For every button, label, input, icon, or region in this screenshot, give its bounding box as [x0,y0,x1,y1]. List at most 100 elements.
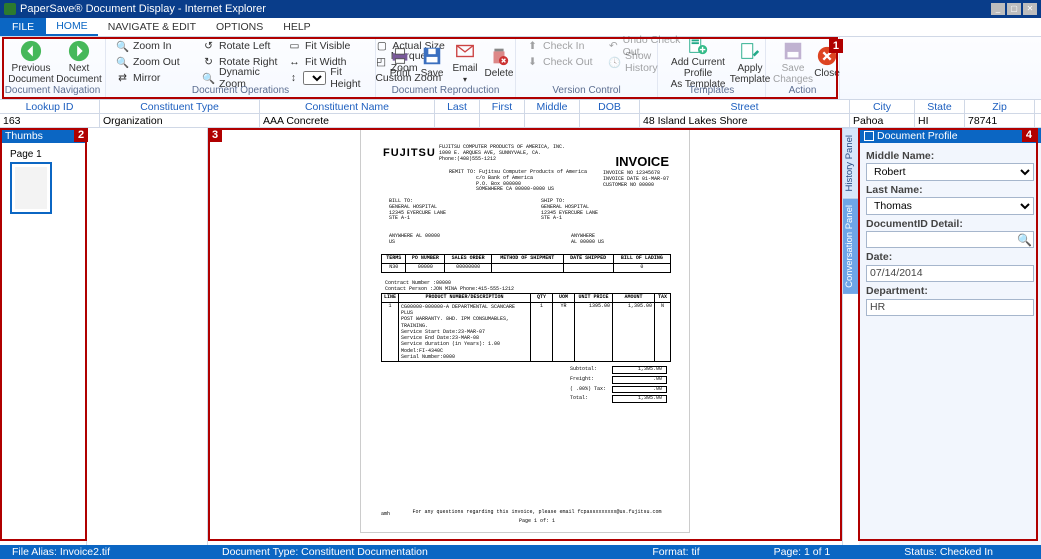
blank-column [87,128,208,547]
prev-document-button[interactable]: Previous Document [8,39,54,85]
callout-1: 1 [829,39,843,53]
hdr-last: Last [435,100,480,113]
rotate-left-button[interactable]: ↺Rotate Left [200,39,280,53]
delete-button[interactable]: Delete [482,39,516,85]
middle-name-select[interactable]: Robert [866,163,1034,181]
doc-sign: amh [381,512,390,518]
fit-height-select[interactable] [303,71,326,85]
docid-detail-label: DocumentID Detail: [866,218,1034,230]
callout-3: 3 [208,128,222,142]
doc-footer: For any questions regarding this invoice… [373,510,701,516]
department-value: HR [866,299,1034,316]
hdr-street: Street [640,100,850,113]
profile-header: Document Profile [859,128,1041,143]
hdr-lookup: Lookup ID [0,100,100,113]
thumbs-pane: Thumbs ▪ Page 1 [0,128,87,547]
email-icon [454,40,476,62]
zoom-in-icon: 🔍 [116,40,129,53]
maximize-button[interactable]: ▢ [1007,3,1021,15]
fit-width-icon: ↔ [288,56,301,69]
tab-options[interactable]: OPTIONS [206,18,273,36]
mirror-icon: ⇄ [116,72,129,85]
add-current-profile-button[interactable]: Add Current Profile As Template [666,39,730,85]
callout-4: 4 [1022,128,1036,142]
save-button[interactable]: Save [416,39,448,85]
delete-icon [488,45,510,67]
docid-detail-input[interactable] [866,231,1034,248]
tab-conversation-panel[interactable]: Conversation Panel [843,198,859,294]
date-value: 07/14/2014 [866,265,1034,282]
fit-visible-button[interactable]: ▭Fit Visible [286,39,367,53]
fit-height-button[interactable]: ↕Fit Height [286,71,367,85]
thumbs-title: Thumbs [5,130,43,142]
history-icon: 🕓 [608,56,621,69]
department-label: Department: [866,285,1034,297]
doc-shipto: SHIP TO: GENERAL HOSPITAL 12345 EYERCURE… [541,199,598,222]
next-document-button[interactable]: Next Document [56,39,102,85]
val-street: 48 Island Lakes Shore [640,114,850,127]
document-viewer[interactable]: 3 FUJITSU FUJITSU COMPUTER PRODUCTS OF A… [208,128,843,547]
group-action-label: Action [766,85,839,98]
status-doc-type: Document Type: Constituent Documentation [210,546,610,558]
profile-pin-icon[interactable] [864,131,874,141]
group-operations-label: Document Operations [106,85,375,98]
hdr-first: First [480,100,525,113]
print-button[interactable]: Print [384,39,416,85]
val-zip: 78741 [965,114,1035,127]
tab-home[interactable]: HOME [46,18,98,36]
titlebar: PaperSave® Document Display - Internet E… [0,0,1041,18]
val-lookup: 163 [0,114,100,127]
group-navigation-label: Document Navigation [0,85,105,98]
doc-logo: FUJITSU [383,147,436,160]
val-state: HI [915,114,965,127]
search-icon[interactable]: 🔍 [1017,233,1031,247]
hdr-city: City [850,100,915,113]
check-in-button: ⬆Check In [524,39,604,53]
tab-file[interactable]: FILE [0,18,46,36]
fit-visible-icon: ▭ [288,40,301,53]
arrow-right-icon [68,40,90,62]
rotate-right-icon: ↻ [202,56,215,69]
status-bar: File Alias: Invoice2.tif Document Type: … [0,545,1041,559]
tab-history-panel[interactable]: History Panel [843,128,859,198]
zoom-out-button[interactable]: 🔍Zoom Out [114,55,194,69]
doc-table2: LINE PRODUCT NUMBER/DESCRIPTION QTY UOM … [381,293,671,362]
group-reproduction-label: Document Reproduction [376,85,515,98]
doc-billto: BILL TO: GENERAL HOSPITAL 12345 EYERCURE… [389,199,446,222]
dynamic-zoom-button[interactable]: 🔍Dynamic Zoom [200,71,280,85]
last-name-select[interactable]: Thomas [866,197,1034,215]
prev-document-label: Previous Document [8,63,54,85]
callout-2: 2 [74,128,88,142]
mirror-button[interactable]: ⇄Mirror [114,71,194,85]
email-button[interactable]: Email▾ [448,39,482,85]
zoom-in-button[interactable]: 🔍Zoom In [114,39,194,53]
status-format: Format: tif [640,546,711,558]
status-status: Status: Checked In [892,546,1005,558]
fit-height-icon: ↕ [288,72,299,85]
tab-help[interactable]: HELP [273,18,320,36]
dynamic-zoom-icon: 🔍 [202,72,215,85]
middle-name-label: Middle Name: [866,150,1034,162]
check-out-icon: ⬇ [526,56,539,69]
val-last [435,114,480,127]
hdr-ctype: Constituent Type [100,100,260,113]
group-templates-label: Templates [658,85,765,98]
thumbnail-1[interactable]: Page 1 [10,149,76,214]
val-city: Pahoa [850,114,915,127]
template-apply-icon [739,40,761,62]
arrow-left-icon [20,40,42,62]
print-icon [389,45,411,67]
doc-page: Page 1 of: 1 [373,519,701,525]
doc-anywhere1: ANYWHERE AL 00000US [389,234,440,246]
zoom-out-icon: 🔍 [116,56,129,69]
val-ctype: Organization [100,114,260,127]
doc-anywhere2: ANYWHEREAL 00000 US [571,234,604,246]
rotate-left-icon: ↺ [202,40,215,53]
hdr-cname: Constituent Name [260,100,435,113]
last-name-label: Last Name: [866,184,1034,196]
doc-table1: TERMSPO NUMBERSALES ORDER METHOD OF SHIP… [381,254,671,273]
close-window-button[interactable]: ✕ [1023,3,1037,15]
minimize-button[interactable]: _ [991,3,1005,15]
apply-template-button[interactable]: Apply Template [730,39,770,85]
tab-navigate[interactable]: NAVIGATE & EDIT [98,18,206,36]
